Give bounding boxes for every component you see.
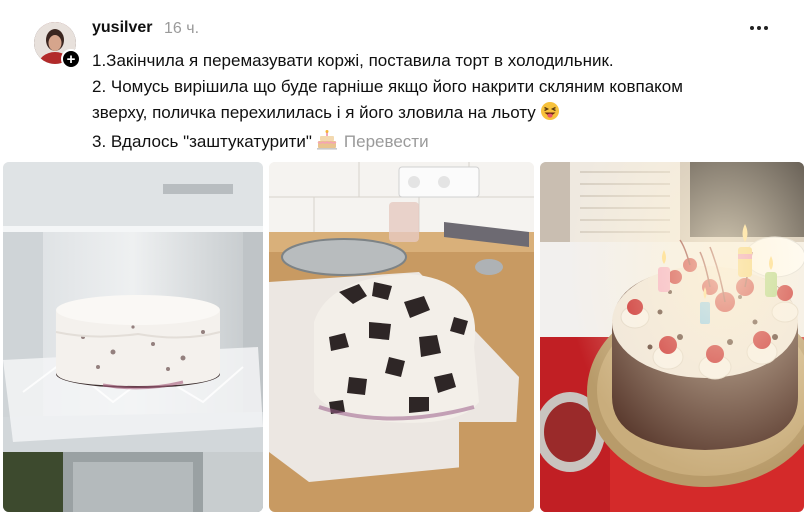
more-options-icon[interactable]: [748, 18, 770, 38]
broken-cake-photo[interactable]: [269, 162, 534, 512]
post-text-line: 2. Чомусь вирішила що буде гарніше якщо …: [92, 77, 683, 96]
post-text-line: 1.Закінчила я перемазувати коржі, постав…: [92, 51, 614, 70]
post-text-line: зверху, поличка перехилилась і я його зл…: [92, 100, 782, 129]
squinting-tongue-emoji-icon: [540, 101, 560, 129]
post-text-line-content: зверху, поличка перехилилась і я його зл…: [92, 103, 536, 122]
translate-link[interactable]: Перевести: [344, 132, 429, 151]
username[interactable]: yusilver: [92, 19, 152, 37]
post-text-line-content: 3. Вдалось "заштукатурити": [92, 132, 312, 151]
post-timestamp: 16 ч.: [164, 20, 200, 37]
post-text-line: 3. Вдалось "заштукатурити" Перевести: [92, 129, 782, 158]
fridge-cake-photo[interactable]: [3, 162, 263, 512]
thread-post: + yusilver 16 ч. 1.Закінчила я перемазув…: [0, 0, 804, 531]
photo-gallery[interactable]: [3, 162, 804, 512]
birthday-cake-emoji-icon: [316, 130, 338, 158]
decorated-cake-photo[interactable]: [540, 162, 804, 512]
follow-plus-icon[interactable]: +: [61, 49, 81, 69]
post-text: 1.Закінчила я перемазувати коржі, постав…: [92, 48, 782, 158]
